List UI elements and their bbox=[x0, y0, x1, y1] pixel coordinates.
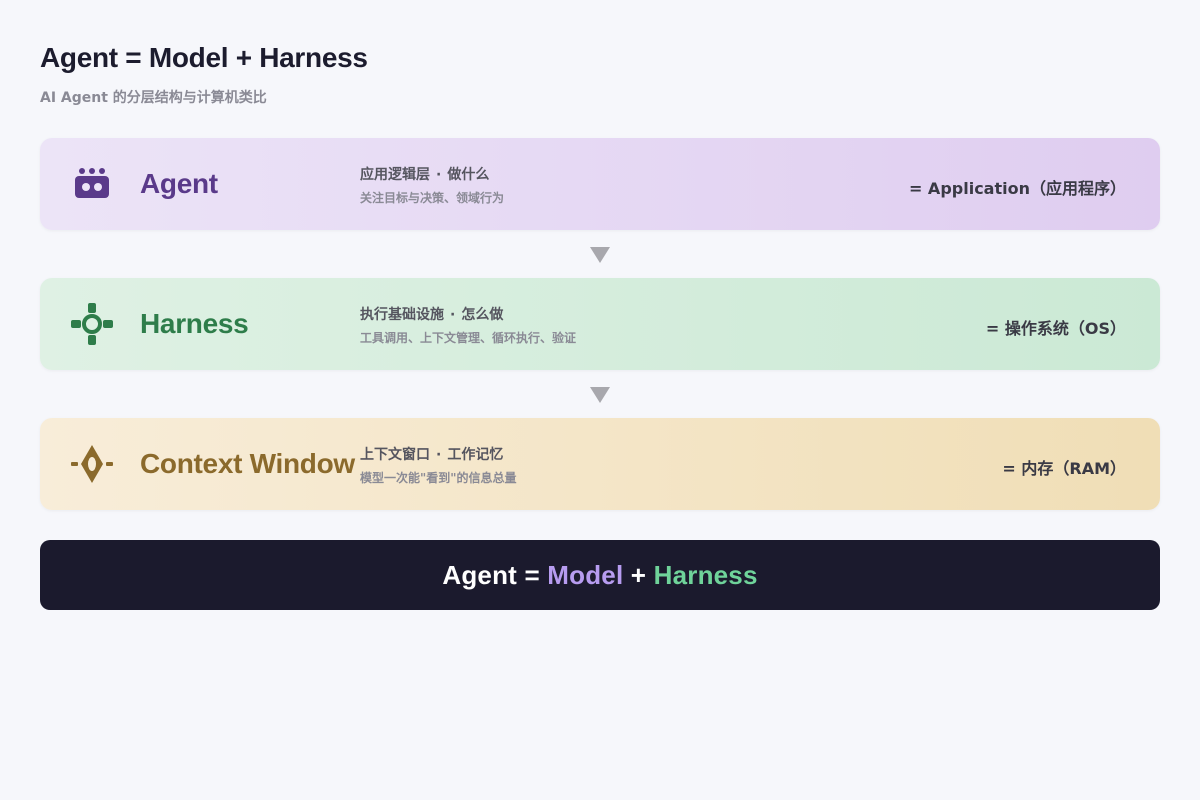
page-subtitle: AI Agent 的分层结构与计算机类比 bbox=[40, 90, 267, 106]
layer-name: Agent bbox=[140, 168, 218, 199]
layer-focus: 做什么 bbox=[447, 167, 490, 183]
formula-equals: = bbox=[517, 559, 548, 590]
layer-harness: Harness 执行基础设施 · 怎么做 工具调用、上下文管理、循环执行、验证 = … bbox=[40, 278, 1160, 370]
layer-analogy: = 内存（RAM） bbox=[1002, 459, 1126, 478]
layer-name: Harness bbox=[140, 308, 249, 339]
layer-description: 上下文窗口 · 工作记忆 模型一次能"看到"的信息总量 bbox=[360, 444, 517, 486]
layer-role: 上下文窗口 bbox=[360, 447, 430, 463]
layer-role: 应用逻辑层 bbox=[360, 167, 430, 183]
gear-icon bbox=[68, 302, 116, 346]
formula-banner: Agent = Model + Harness bbox=[40, 540, 1160, 610]
separator-dot: · bbox=[436, 167, 442, 183]
separator-dot: · bbox=[436, 447, 442, 463]
formula-model: Model bbox=[547, 559, 624, 590]
layer-detail: 模型一次能"看到"的信息总量 bbox=[360, 471, 517, 485]
layer-role: 执行基础设施 bbox=[360, 307, 444, 323]
layer-focus: 怎么做 bbox=[461, 307, 504, 323]
page-title: Agent = Model + Harness bbox=[40, 42, 368, 73]
layer-description: 应用逻辑层 · 做什么 关注目标与决策、领域行为 bbox=[360, 164, 504, 206]
robot-icon bbox=[68, 162, 116, 206]
layer-description: 执行基础设施 · 怎么做 工具调用、上下文管理、循环执行、验证 bbox=[360, 304, 576, 346]
formula-harness: Harness bbox=[653, 559, 758, 590]
formula-agent: Agent bbox=[442, 559, 518, 590]
down-arrow-icon bbox=[590, 387, 610, 403]
layer-analogy: = 操作系统（OS） bbox=[985, 319, 1126, 338]
layer-analogy: = Application（应用程序） bbox=[908, 179, 1126, 198]
separator-dot: · bbox=[450, 307, 456, 323]
layer-agent: Agent 应用逻辑层 · 做什么 关注目标与决策、领域行为 = Applicati… bbox=[40, 138, 1160, 230]
eye-icon bbox=[68, 442, 116, 486]
formula-plus: + bbox=[623, 559, 654, 590]
layer-detail: 工具调用、上下文管理、循环执行、验证 bbox=[360, 331, 577, 345]
layer-detail: 关注目标与决策、领域行为 bbox=[360, 191, 505, 205]
down-arrow-icon bbox=[590, 247, 610, 263]
layer-name: Context Window bbox=[140, 448, 355, 479]
layer-focus: 工作记忆 bbox=[447, 447, 504, 463]
layer-context-window: Context Window 上下文窗口 · 工作记忆 模型一次能"看到"的信息总量… bbox=[40, 418, 1160, 510]
